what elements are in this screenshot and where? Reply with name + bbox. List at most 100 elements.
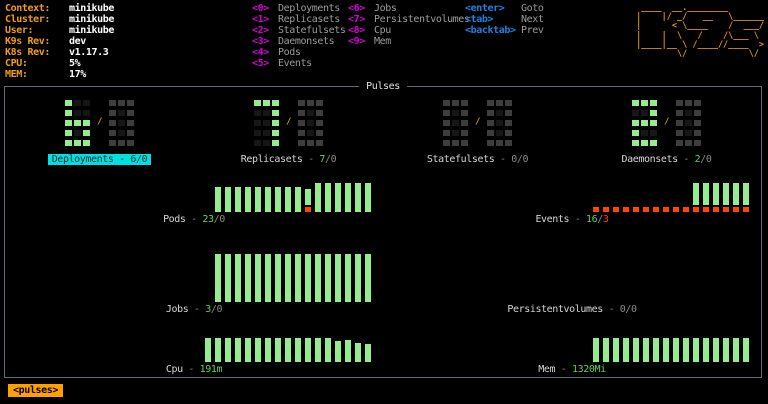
pulse-panel-replicasets[interactable]: / Replicasets - 7/0 bbox=[194, 87, 383, 167]
digit-cell bbox=[631, 129, 639, 136]
menu-item-prev[interactable]: <backtab> Prev bbox=[465, 25, 544, 36]
pulse-label-mem: Mem - 1320Mi bbox=[383, 362, 761, 377]
pulse-label-statefulsets: Statefulsets - 0/0 bbox=[383, 152, 572, 167]
bar bbox=[265, 187, 271, 212]
digit-cell bbox=[505, 129, 513, 136]
bar-column bbox=[345, 254, 351, 302]
bar-column bbox=[295, 338, 301, 362]
menu-item-next[interactable]: <tab> Next bbox=[465, 14, 544, 25]
menu-item-goto[interactable]: <enter> Goto bbox=[465, 3, 544, 14]
pulse-panel-deployments[interactable]: / Deployments - 6/0 bbox=[5, 87, 194, 167]
bar-column bbox=[215, 187, 221, 212]
digit-cell bbox=[451, 139, 459, 146]
pulse-panel-statefulsets[interactable]: / Statefulsets - 0/0 bbox=[383, 87, 572, 167]
info-label: Cluster: bbox=[5, 14, 50, 25]
bar-column bbox=[673, 338, 679, 362]
digit-cell bbox=[271, 99, 279, 106]
menu-item-replicasets[interactable]: <1> Replicasets bbox=[252, 14, 345, 25]
bar bbox=[653, 338, 659, 362]
menu-item-pods[interactable]: <4> Pods bbox=[252, 47, 345, 58]
menu-item-deployments[interactable]: <0> Deployments bbox=[252, 3, 345, 14]
digit-cell bbox=[631, 99, 639, 106]
digit-cell bbox=[127, 99, 135, 106]
digit-cell bbox=[307, 129, 315, 136]
bar bbox=[245, 254, 251, 302]
pulse-fault-count: 0 bbox=[216, 304, 223, 315]
menu-item-persistentvolumes[interactable]: <7> Persistentvolumes bbox=[348, 14, 470, 25]
bar-column bbox=[245, 254, 251, 302]
pulse-panel-jobs[interactable]: Jobs - 3/0 bbox=[5, 227, 383, 317]
digit-cell bbox=[460, 119, 468, 126]
k9s-terminal: Context: minikube Cluster: minikube User: min… bbox=[0, 0, 768, 404]
bar bbox=[743, 183, 749, 205]
breadcrumb-pulses[interactable]: <pulses> bbox=[8, 384, 63, 397]
pulse-chart-jobs bbox=[5, 227, 383, 302]
digit-cell bbox=[451, 109, 459, 116]
bar-column bbox=[703, 338, 709, 362]
bar bbox=[245, 338, 251, 362]
pulse-title: Jobs bbox=[165, 304, 189, 315]
digit-cell bbox=[460, 109, 468, 116]
digit-cell bbox=[118, 139, 126, 146]
bar bbox=[295, 338, 301, 362]
pulse-panel-mem[interactable]: Mem - 1320Mi bbox=[383, 317, 761, 377]
menu-item-statefulsets[interactable]: <2> Statefulsets bbox=[252, 25, 346, 36]
info-value: minikube bbox=[69, 25, 114, 36]
digit-cell bbox=[253, 109, 261, 116]
bar bbox=[713, 183, 719, 205]
bar-column bbox=[713, 338, 719, 362]
pulse-chart-persistentvolumes bbox=[383, 227, 761, 302]
bar bbox=[345, 183, 351, 212]
bar bbox=[593, 338, 599, 362]
pulse-label-text: Mem - 1320Mi bbox=[538, 364, 606, 375]
pulse-panel-daemonsets[interactable]: / Daemonsets - 2/0 bbox=[572, 87, 761, 167]
digit-cell bbox=[505, 109, 513, 116]
digit-cell bbox=[487, 139, 495, 146]
digit-cell bbox=[631, 109, 639, 116]
pulse-panel-events[interactable]: Events - 16/3 bbox=[383, 167, 761, 227]
bar-column bbox=[325, 183, 331, 212]
pulse-panel-cpu[interactable]: Cpu - 191m bbox=[5, 317, 383, 377]
bar-column bbox=[325, 338, 331, 362]
pulse-panel-persistentvolumes[interactable]: Persistentvolumes - 0/0 bbox=[383, 227, 761, 317]
digit-cell bbox=[262, 129, 270, 136]
label-separator: - bbox=[677, 154, 695, 165]
menu-item-mem[interactable]: <9> Mem bbox=[348, 36, 470, 47]
digit-cell bbox=[262, 139, 270, 146]
pulse-panel-pods[interactable]: Pods - 23/0 bbox=[5, 167, 383, 227]
digit-cell bbox=[316, 129, 324, 136]
label-separator: - bbox=[569, 214, 587, 225]
digit-cell bbox=[82, 99, 90, 106]
digit-cell bbox=[676, 119, 684, 126]
selected-pulse-label[interactable]: Deployments - 6/0 bbox=[47, 154, 152, 165]
bar bbox=[235, 338, 241, 362]
menu-item-jobs[interactable]: <6> Jobs bbox=[348, 3, 470, 14]
digit-cell bbox=[460, 99, 468, 106]
bar-column bbox=[225, 254, 231, 302]
digit-cell bbox=[649, 129, 657, 136]
bar bbox=[693, 183, 699, 205]
bar-column bbox=[275, 254, 281, 302]
digit-cell bbox=[253, 99, 261, 106]
digit-cell bbox=[118, 119, 126, 126]
menu-item-label: Next bbox=[521, 14, 544, 25]
digit-0 bbox=[487, 99, 513, 146]
pulse-count: 23 bbox=[202, 214, 214, 225]
digit-cell bbox=[631, 119, 639, 126]
bar bbox=[355, 183, 361, 212]
menu-item-daemonsets[interactable]: <3> Daemonsets bbox=[252, 36, 345, 47]
digit-cell bbox=[676, 129, 684, 136]
digit-7 bbox=[253, 99, 279, 146]
pulse-label-replicasets: Replicasets - 7/0 bbox=[194, 152, 383, 167]
bar bbox=[325, 254, 331, 302]
bar-column bbox=[355, 254, 361, 302]
digit-cell bbox=[109, 99, 117, 106]
hotkey: <0> bbox=[252, 3, 269, 14]
menu-item-events[interactable]: <5> Events bbox=[252, 58, 345, 69]
info-label: MEM: bbox=[5, 69, 28, 80]
bar-column bbox=[245, 338, 251, 362]
menu-item-cpu[interactable]: <8> Cpu bbox=[348, 25, 470, 36]
bar-column bbox=[593, 338, 599, 362]
digit-cell bbox=[64, 99, 72, 106]
digit-cell bbox=[496, 129, 504, 136]
